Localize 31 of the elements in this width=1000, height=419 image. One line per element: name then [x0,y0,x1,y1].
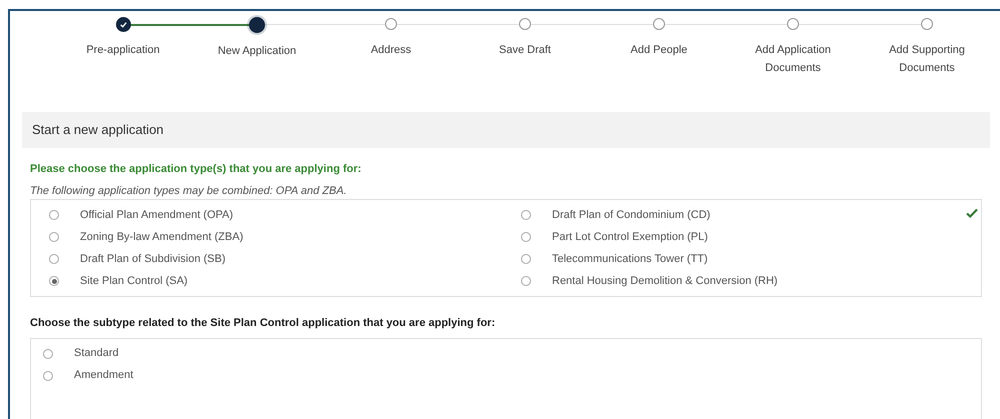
option-label: Standard [74,346,119,362]
radio-button[interactable] [49,210,59,220]
hint-text: The following application types may be combined: OPA and ZBA. [30,184,348,198]
radio-button[interactable] [521,232,531,242]
radio-button[interactable] [521,276,531,286]
option-label: Site Plan Control (SA) [80,274,188,289]
option-label: Rental Housing Demolition & Conversion (RH) [552,274,778,289]
radio-button[interactable] [521,210,531,220]
step-label: Address [370,43,412,58]
step-label: Add Supporting Documents [888,43,966,76]
radio-button[interactable] [521,254,531,264]
step-label: Add Application Documents [754,43,832,76]
radio-button[interactable] [49,232,59,242]
option-label: Official Plan Amendment (OPA) [80,208,234,223]
step-label: Add People [630,43,688,58]
section-title: Start a new application [32,121,164,140]
option-label: Draft Plan of Subdivision (SB) [80,252,226,267]
radio-button[interactable] [49,254,59,264]
option-label: Part Lot Control Exemption (PL) [552,230,708,245]
option-label: Telecommunications Tower (TT) [552,252,708,267]
radio-button[interactable] [49,276,59,286]
radio-button[interactable] [43,370,53,380]
radio-button[interactable] [43,348,53,358]
step-label: Save Draft [498,43,552,58]
option-label: Zoning By-law Amendment (ZBA) [80,230,244,245]
option-label: Draft Plan of Condominium (CD) [552,208,710,223]
step-label: Pre-application [85,43,161,58]
question-heading: Please choose the application type(s) that you are applying for: [30,162,362,177]
question-heading: Choose the subtype related to the Site Plan Control application that you are applying for: [30,316,496,331]
step-label: New Application [216,44,298,59]
option-label: Amendment [74,368,134,384]
